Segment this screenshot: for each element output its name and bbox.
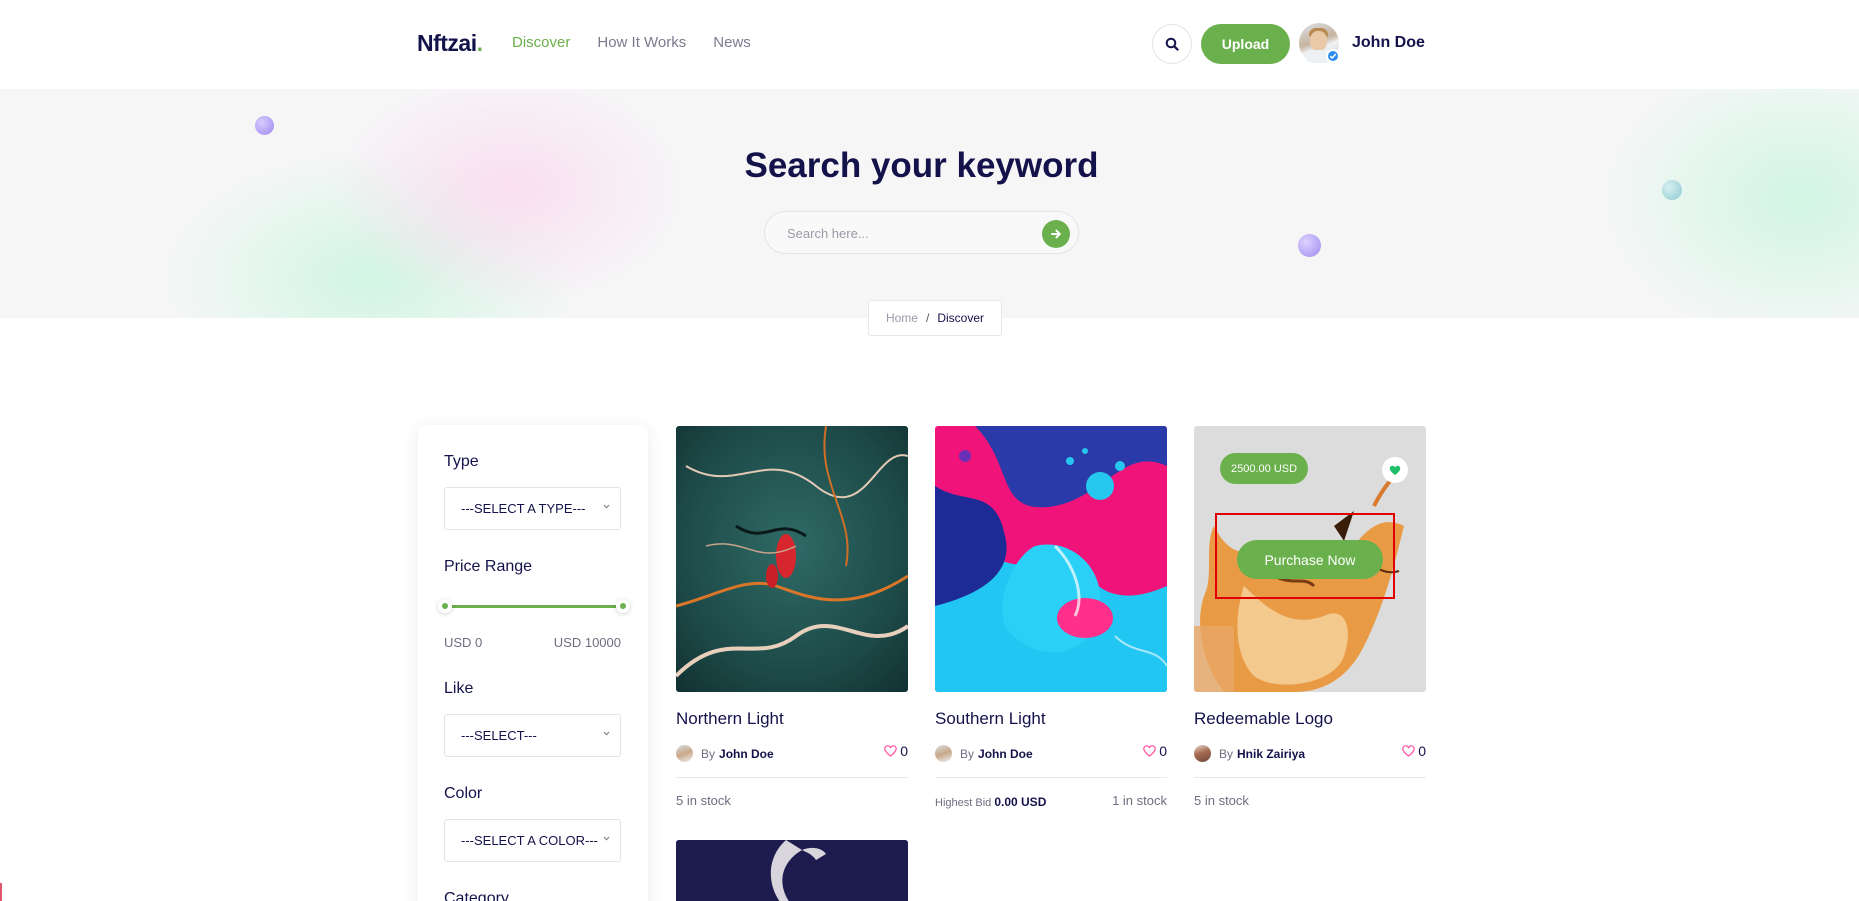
favorite-button[interactable] [1382,457,1408,483]
color-select-value: ---SELECT A COLOR--- [461,833,599,848]
by-label: By [701,746,716,761]
filter-sidebar: Type ---SELECT A TYPE--- Price Range USD… [418,425,648,901]
color-label: Color [444,785,483,802]
purchase-now-button[interactable]: Purchase Now [1237,540,1383,579]
highest-bid-label: Highest Bid [935,797,992,809]
author-name[interactable]: John Doe [978,747,1033,761]
search-submit-button[interactable] [1042,220,1070,248]
verified-badge-icon [1326,49,1340,63]
nft-image-northern-light[interactable] [676,426,908,692]
avatar-face [1310,31,1327,51]
highest-bid-value: 0.00 USD [994,795,1047,809]
like-button[interactable]: 0 [884,743,908,759]
stock-count: 5 in stock [1194,793,1249,808]
edge-indicator [0,883,2,901]
hero-search-input[interactable] [787,223,1027,243]
breadcrumb-home[interactable]: Home [886,311,918,325]
price-range-min-handle[interactable] [438,599,452,613]
card-title[interactable]: Northern Light [676,709,784,729]
logo-text: Nftzai [417,30,477,56]
price-range-track[interactable] [448,605,622,608]
heart-filled-icon [1389,465,1401,475]
like-select-value: ---SELECT--- [461,728,537,743]
site-header: Nftzai. Discover How It Works News Uploa… [0,0,1859,89]
author-name[interactable]: John Doe [719,747,774,761]
by-label: By [1219,746,1234,761]
main-nav: Discover How It Works News [512,34,751,51]
like-count: 0 [900,743,908,759]
card-divider [676,777,908,778]
nft-image-southern-light[interactable] [935,426,1167,692]
user-avatar[interactable] [1299,23,1340,63]
card-divider [935,777,1167,778]
upload-button[interactable]: Upload [1201,24,1290,64]
breadcrumb-current: Discover [937,311,985,325]
price-range-min: USD 0 [444,635,483,650]
card-author: By John Doe [676,745,774,762]
price-range-max-handle[interactable] [616,599,630,613]
heart-icon [1402,745,1416,757]
price-range-label: Price Range [444,558,533,575]
like-label: Like [444,680,474,697]
logo-dot: . [476,30,483,56]
like-select[interactable]: ---SELECT--- [444,714,621,757]
type-select-value: ---SELECT A TYPE--- [461,501,586,516]
card-author: By John Doe [935,745,1033,762]
card-author: By Hnik Zairiya [1194,745,1305,762]
user-name[interactable]: John Doe [1352,34,1425,52]
like-button[interactable]: 0 [1143,743,1167,759]
hero-search [764,211,1079,254]
category-label: Category [444,890,509,901]
header-search-button[interactable] [1152,24,1192,64]
card-title[interactable]: Redeemable Logo [1194,709,1333,729]
decor-orb [255,116,274,135]
chevron-down-icon [603,836,610,841]
nav-news[interactable]: News [713,34,751,51]
breadcrumb-separator: / [925,311,930,325]
author-avatar[interactable] [935,745,952,762]
breadcrumb: Home / Discover [868,300,1002,336]
chevron-down-icon [603,504,610,509]
stock-count: 1 in stock [1112,793,1167,808]
hero-banner [0,89,1859,318]
nav-discover[interactable]: Discover [512,34,570,51]
nav-how-it-works[interactable]: How It Works [597,34,686,51]
color-select[interactable]: ---SELECT A COLOR--- [444,819,621,862]
heart-icon [1143,745,1157,757]
hero-decor-blob [1600,89,1859,318]
search-icon [1165,37,1179,51]
type-select[interactable]: ---SELECT A TYPE--- [444,487,621,530]
like-button[interactable]: 0 [1402,743,1426,759]
decor-orb [1298,234,1321,257]
author-avatar[interactable] [1194,745,1211,762]
hero-title: Search your keyword [744,146,1099,185]
nft-image-redeemable-logo[interactable]: 2500.00 USD Purchase Now [1194,426,1426,692]
author-name[interactable]: Hnik Zairiya [1237,747,1305,761]
arrow-right-icon [1051,229,1061,239]
like-count: 0 [1159,743,1167,759]
nft-image-partial[interactable] [676,840,908,901]
like-count: 0 [1418,743,1426,759]
stock-count: 5 in stock [676,793,731,808]
chevron-down-icon [603,731,610,736]
heart-icon [884,745,898,757]
site-logo[interactable]: Nftzai. [417,30,483,57]
card-title[interactable]: Southern Light [935,709,1046,729]
highest-bid: Highest Bid 0.00 USD [935,795,1046,809]
price-badge: 2500.00 USD [1220,453,1309,484]
price-range-max: USD 10000 [553,635,621,650]
card-divider [1194,777,1426,778]
author-avatar[interactable] [676,745,693,762]
price-range-values: USD 0 USD 10000 [444,635,621,650]
by-label: By [960,746,975,761]
type-label: Type [444,453,479,470]
